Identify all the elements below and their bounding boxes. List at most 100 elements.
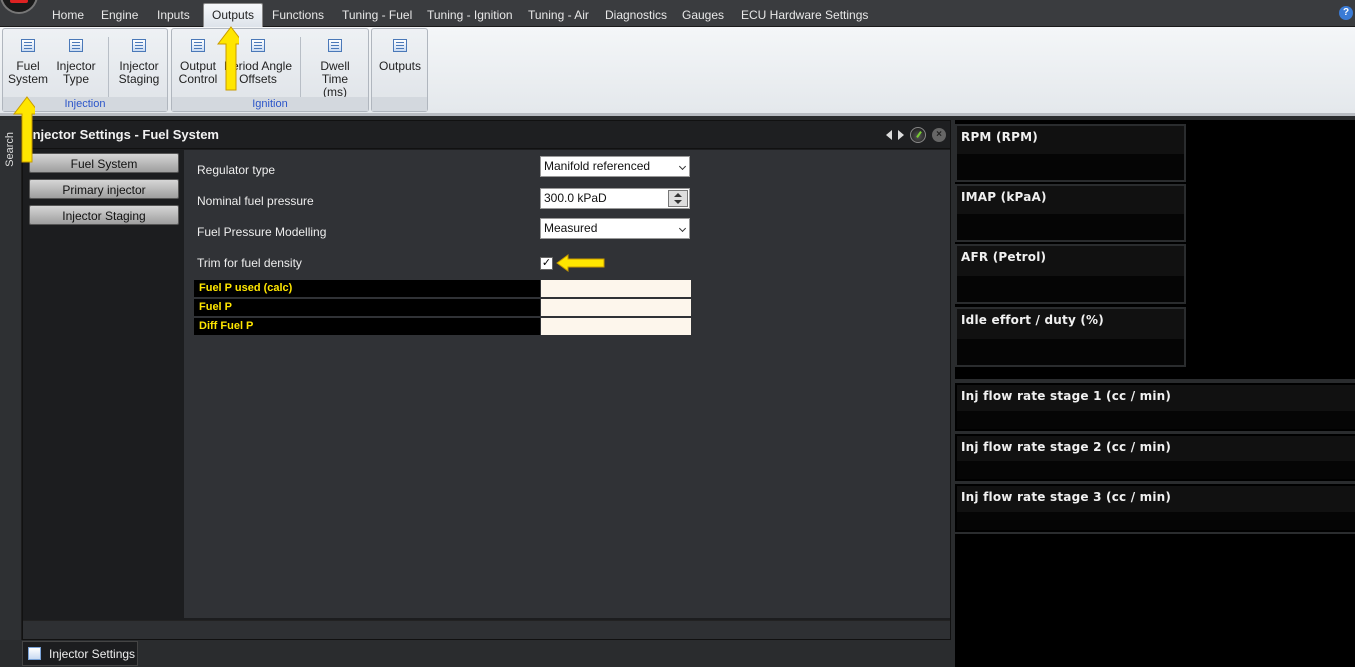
gauge-title: Inj flow rate stage 2 (cc / min)	[961, 440, 1172, 454]
output-control-label: Output Control	[178, 59, 218, 86]
spinner-arrows-icon[interactable]	[668, 190, 688, 207]
data-row-fuel-p-used: Fuel P used (calc)	[194, 280, 691, 297]
next-arrow-icon[interactable]	[898, 130, 904, 140]
gauge-title: Inj flow rate stage 1 (cc / min)	[961, 389, 1172, 403]
dwell-time-label: Dwell Time (ms)	[320, 59, 350, 99]
regulator-type-value: Manifold referenced	[544, 159, 651, 173]
gauge-rpm[interactable]: RPM (RPM)	[955, 124, 1186, 182]
output-control-icon	[191, 39, 205, 52]
regulator-type-label: Regulator type	[197, 163, 276, 177]
gauge-title: Inj flow rate stage 3 (cc / min)	[961, 490, 1172, 504]
ribbon-separator	[108, 37, 109, 97]
previous-arrow-icon[interactable]	[886, 130, 892, 140]
injector-type-icon	[69, 39, 83, 52]
gauge-idle-effort[interactable]: Idle effort / duty (%)	[955, 307, 1186, 367]
annotation-arrow-up-icon	[217, 26, 239, 91]
outputs-icon	[393, 39, 407, 52]
menu-functions[interactable]: Functions	[264, 4, 332, 26]
gauge-value	[957, 411, 1355, 429]
injector-type-label: Injector Type	[56, 59, 96, 86]
fuel-system-button[interactable]: Fuel System	[6, 39, 50, 86]
gauge-inj-flow-stage-2[interactable]: Inj flow rate stage 2 (cc / min)	[955, 434, 1355, 481]
menu-tuning-air[interactable]: Tuning - Air	[520, 4, 597, 26]
gauge-inj-flow-stage-3[interactable]: Inj flow rate stage 3 (cc / min)	[955, 484, 1355, 532]
menu-diagnostics[interactable]: Diagnostics	[597, 4, 675, 26]
menu-inputs[interactable]: Inputs	[149, 4, 198, 26]
nav-fuel-system[interactable]: Fuel System	[29, 153, 179, 173]
injector-staging-label: Injector Staging	[118, 59, 160, 86]
data-row-label: Diff Fuel P	[194, 318, 540, 335]
menu-tuning-fuel[interactable]: Tuning - Fuel	[334, 4, 420, 26]
data-row-value	[541, 299, 691, 316]
pressure-modelling-select[interactable]: Measured	[540, 218, 690, 239]
fuel-system-icon	[21, 39, 35, 52]
injector-type-button[interactable]: Injector Type	[52, 39, 100, 86]
nominal-pressure-value: 300.0 kPaD	[544, 191, 607, 205]
menu-tuning-ignition[interactable]: Tuning - Ignition	[419, 4, 521, 26]
dwell-time-icon	[328, 39, 342, 52]
injector-settings-tab-label: Injector Settings	[49, 647, 136, 661]
nav-primary-injector[interactable]: Primary injector	[29, 179, 179, 199]
search-side-tab[interactable]: Search	[0, 120, 22, 667]
gauges-panel: RPM (RPM) IMAP (kPaA) AFR (Petrol) Idle …	[953, 120, 1355, 667]
annotation-arrow-up-icon	[13, 96, 35, 163]
period-angle-offsets-icon	[251, 39, 265, 52]
group-label-outputs	[372, 97, 427, 111]
dwell-time-button[interactable]: Dwell Time (ms)	[306, 39, 364, 99]
menu-outputs[interactable]: Outputs	[203, 3, 264, 27]
panel-controls: ×	[886, 127, 946, 143]
outputs-button[interactable]: Outputs	[376, 39, 424, 73]
data-row-value	[541, 318, 691, 335]
data-row-value	[541, 280, 691, 297]
app-logo-icon[interactable]	[0, 0, 38, 14]
data-row-label: Fuel P used (calc)	[194, 280, 540, 297]
output-control-button[interactable]: Output Control	[176, 39, 220, 86]
help-icon[interactable]: ?	[1339, 6, 1353, 20]
gauge-title: Idle effort / duty (%)	[961, 313, 1104, 327]
gauge-value	[957, 154, 1184, 180]
outputs-label: Outputs	[378, 59, 422, 73]
injector-settings-tab[interactable]: Injector Settings	[22, 641, 138, 666]
fuel-system-label: Fuel System	[7, 59, 48, 86]
close-icon[interactable]: ×	[932, 128, 946, 142]
ribbon-group-ignition: Output Control Period Angle Offsets Dwel…	[171, 28, 369, 112]
gauge-value	[957, 214, 1184, 240]
data-row-fuel-p: Fuel P	[194, 299, 691, 316]
gauge-value	[957, 461, 1355, 479]
gauge-afr[interactable]: AFR (Petrol)	[955, 244, 1186, 304]
menu-home[interactable]: Home	[44, 4, 92, 26]
gauge-value	[957, 276, 1184, 302]
ribbon-group-outputs: Outputs	[371, 28, 428, 112]
group-label-ignition: Ignition	[172, 97, 368, 111]
panel-title: Injector Settings - Fuel System ×	[23, 121, 950, 149]
injector-staging-icon	[132, 39, 146, 52]
injector-staging-button[interactable]: Injector Staging	[113, 39, 165, 86]
panel-title-text: Injector Settings - Fuel System	[29, 127, 219, 142]
regulator-type-select[interactable]: Manifold referenced	[540, 156, 690, 177]
menu-bar: Home Engine Inputs Outputs Functions Tun…	[0, 0, 1355, 27]
pressure-modelling-label: Fuel Pressure Modelling	[197, 225, 327, 239]
gauge-icon[interactable]	[910, 127, 926, 143]
chevron-down-icon	[678, 224, 687, 233]
bottom-tab-bar: Injector Settings	[0, 640, 953, 667]
menu-gauges[interactable]: Gauges	[674, 4, 732, 26]
gauge-value	[957, 512, 1355, 530]
nominal-pressure-input[interactable]: 300.0 kPaD	[540, 188, 690, 209]
gauge-imap[interactable]: IMAP (kPaA)	[955, 184, 1186, 242]
gauge-title: RPM (RPM)	[961, 130, 1038, 144]
menu-ecu-hardware-settings[interactable]: ECU Hardware Settings	[733, 4, 876, 26]
data-row-label: Fuel P	[194, 299, 540, 316]
injector-settings-panel: Injector Settings - Fuel System × Fuel S…	[22, 120, 951, 640]
panel-bottom-strip	[23, 620, 950, 639]
gauge-inj-flow-stage-1[interactable]: Inj flow rate stage 1 (cc / min)	[955, 383, 1355, 431]
ribbon-separator	[300, 37, 301, 97]
settings-content: Regulator type Manifold referenced Nomin…	[184, 150, 950, 618]
gauge-separator	[955, 532, 1355, 534]
menu-engine[interactable]: Engine	[93, 4, 146, 26]
ribbon-toolbar: Fuel System Injector Type Injector Stagi…	[0, 27, 1355, 116]
nav-injector-staging[interactable]: Injector Staging	[29, 205, 179, 225]
gauge-title: IMAP (kPaA)	[961, 190, 1047, 204]
annotation-arrow-left-icon	[556, 254, 605, 272]
trim-density-checkbox[interactable]: ✓	[540, 257, 553, 270]
trim-density-label: Trim for fuel density	[197, 256, 302, 270]
